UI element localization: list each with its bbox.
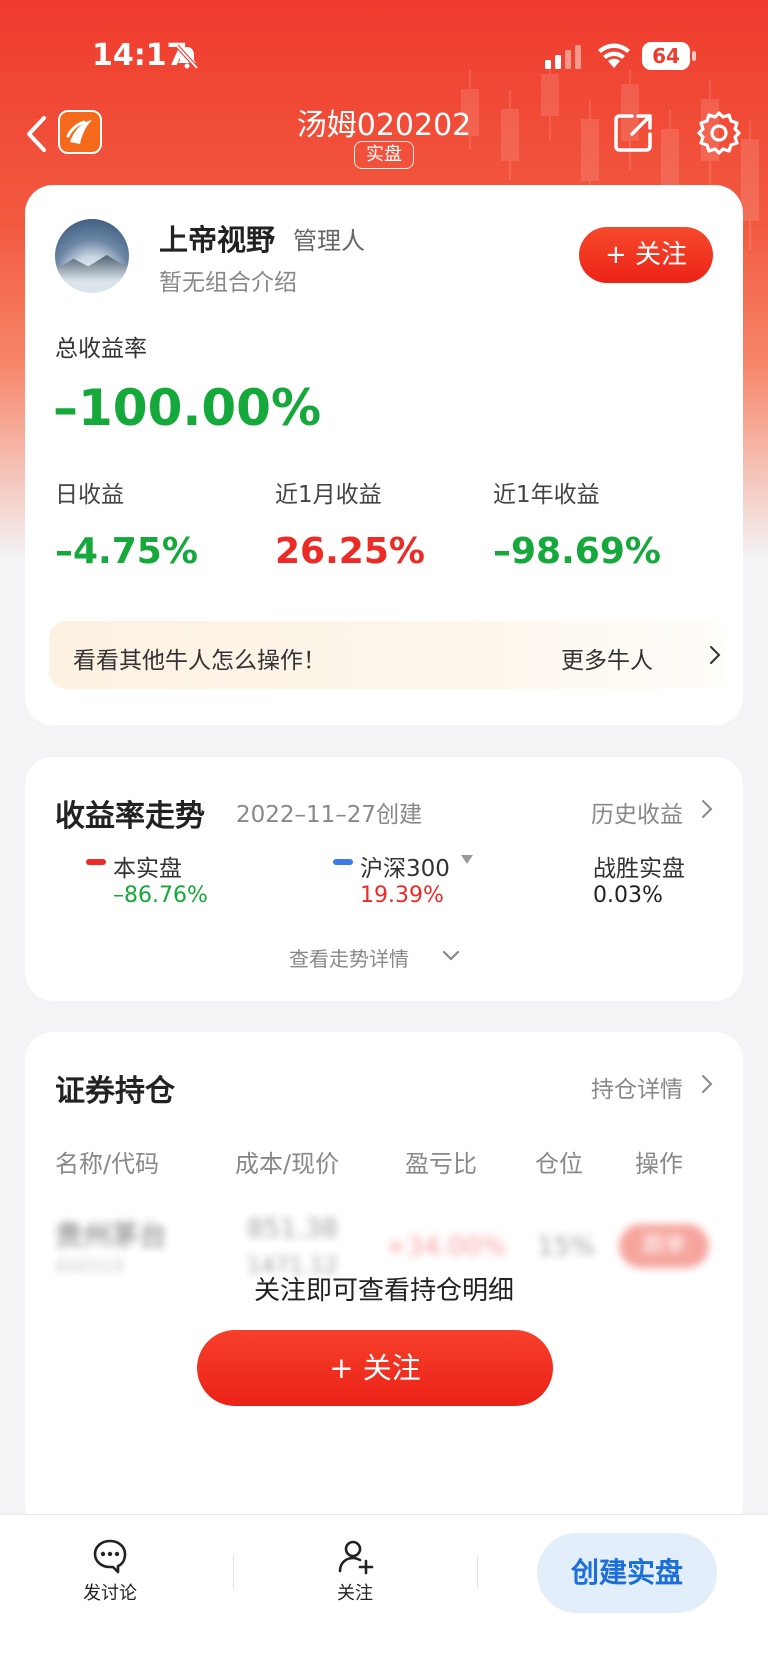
total-return-value: –100.00%	[53, 379, 322, 437]
view-trend-details-link[interactable]: 查看走势详情	[289, 943, 409, 972]
holding-name: 贵州茅台	[55, 1219, 168, 1252]
monthly-return-label: 近1月收益	[275, 482, 382, 508]
benchmark-legend-label[interactable]: 沪深300	[360, 849, 450, 883]
more-traders-banner[interactable]: 看看其他牛人怎么操作！ 更多牛人	[49, 621, 725, 689]
holdings-title: 证券持仓	[55, 1074, 175, 1109]
follow-button[interactable]: + 关注	[579, 227, 713, 283]
gear-icon[interactable]	[696, 110, 742, 156]
chevron-right-icon[interactable]	[701, 1074, 713, 1094]
yearly-return: 近1年收益 –98.69%	[493, 475, 661, 572]
chevron-right-icon	[710, 646, 721, 664]
monthly-return-value: 26.25%	[275, 531, 425, 572]
portfolio-description: 暂无组合介绍	[159, 270, 297, 296]
real-portfolio-tag: 实盘	[354, 141, 414, 169]
discuss-tab[interactable]: 发讨论	[65, 1537, 155, 1605]
chat-bubble-icon	[93, 1539, 127, 1574]
column-header-ratio: 盈亏比	[405, 1150, 477, 1178]
portfolio-legend-marker	[86, 859, 106, 865]
column-header-position: 仓位	[535, 1150, 583, 1178]
total-return-label: 总收益率	[55, 336, 147, 362]
outperform-label: 战胜实盘	[593, 856, 685, 882]
portfolio-legend-value: –86.76%	[113, 883, 208, 908]
portfolio-legend-label: 本实盘	[113, 856, 182, 882]
daily-return: 日收益 –4.75%	[55, 475, 198, 572]
column-header-action: 操作	[635, 1150, 683, 1178]
chevron-down-icon[interactable]	[441, 949, 461, 963]
add-user-icon	[338, 1540, 374, 1575]
follow-tab-label: 关注	[337, 1583, 373, 1604]
promo-text: 看看其他牛人怎么操作！	[73, 648, 326, 674]
yearly-return-value: –98.69%	[493, 531, 661, 572]
yearly-return-label: 近1年收益	[493, 482, 600, 508]
holding-cost: 851.38	[247, 1214, 338, 1244]
bottom-action-bar: 发讨论 关注 创建实盘	[0, 1514, 768, 1669]
return-trend-card: 收益率走势 2022–11–27创建 历史收益 本实盘 –86.76% 沪深30…	[25, 757, 743, 1001]
trend-title: 收益率走势	[55, 799, 205, 834]
battery-level: 64	[652, 44, 680, 68]
follow-tab[interactable]: 关注	[310, 1537, 400, 1605]
monthly-return: 近1月收益 26.25%	[275, 475, 425, 572]
benchmark-legend-value: 19.39%	[360, 883, 444, 908]
avatar[interactable]	[55, 219, 129, 293]
share-icon[interactable]	[612, 110, 656, 154]
holding-action-button: 跟单	[619, 1224, 709, 1268]
holding-position: 15%	[537, 1232, 595, 1262]
outperform-value: 0.03%	[593, 883, 663, 908]
column-header-price: 成本/现价	[235, 1150, 340, 1178]
discuss-label: 发讨论	[83, 1583, 137, 1604]
manager-name[interactable]: 上帝视野	[159, 217, 275, 259]
history-returns-link[interactable]: 历史收益	[591, 795, 683, 829]
manager-role: 管理人	[293, 227, 365, 255]
benchmark-legend-marker	[333, 859, 353, 865]
create-portfolio-button[interactable]: 创建实盘	[537, 1533, 717, 1613]
bell-muted-icon	[175, 44, 199, 70]
holdings-details-link[interactable]: 持仓详情	[591, 1070, 683, 1104]
caret-down-icon[interactable]	[461, 855, 473, 865]
chevron-right-icon[interactable]	[701, 799, 713, 819]
daily-return-label: 日收益	[55, 482, 124, 508]
follow-to-view-button[interactable]: + 关注	[197, 1330, 553, 1406]
wifi-icon	[598, 43, 630, 68]
profile-card: 上帝视野 管理人 暂无组合介绍 + 关注 总收益率 –100.00% 日收益 –…	[25, 185, 743, 725]
cellular-signal-icon	[545, 45, 581, 69]
battery-indicator: 64	[642, 42, 696, 70]
created-date: 2022–11–27创建	[236, 802, 423, 828]
more-traders-link[interactable]: 更多牛人	[561, 641, 653, 675]
daily-return-value: –4.75%	[55, 531, 198, 572]
holding-ratio: +34.00%	[385, 1232, 506, 1262]
holdings-locked-notice: 关注即可查看持仓明细	[253, 1276, 514, 1306]
column-header-name: 名称/代码	[55, 1150, 160, 1178]
holdings-card: 证券持仓 持仓详情 名称/代码 成本/现价 盈亏比 仓位 操作 贵州茅台 600…	[25, 1032, 743, 1532]
